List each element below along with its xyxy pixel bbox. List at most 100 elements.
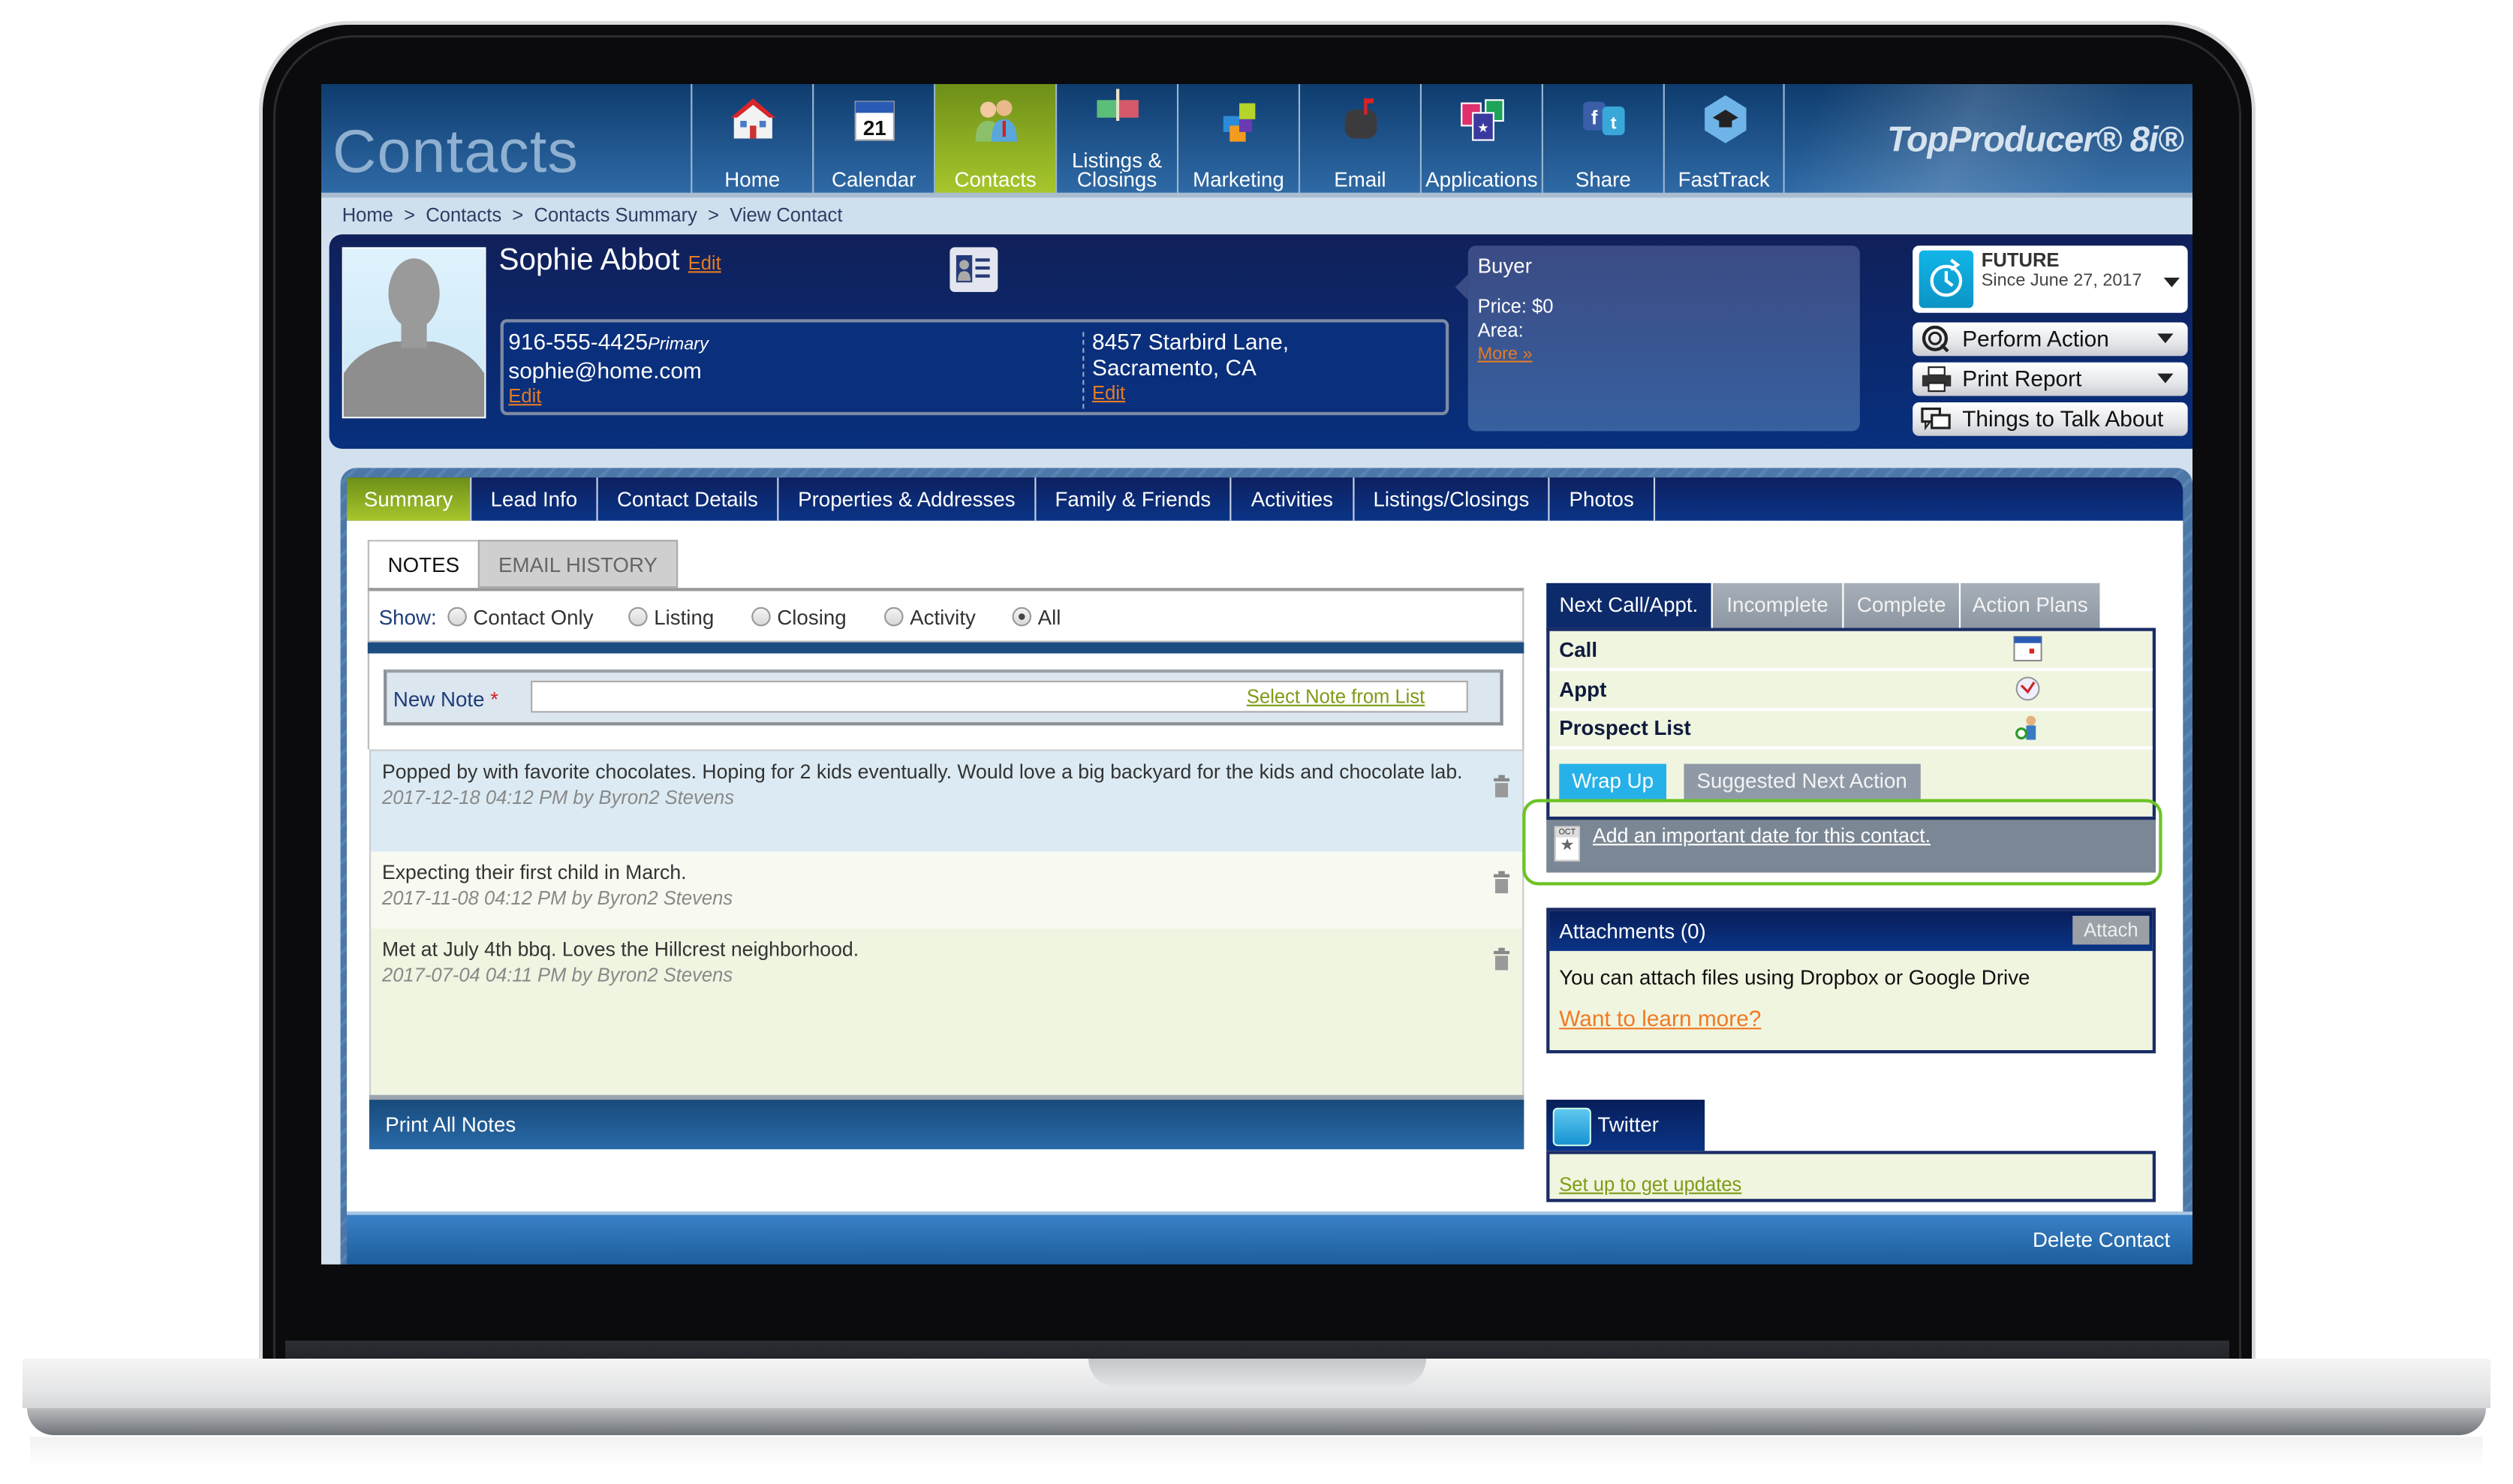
nav-applications[interactable]: ★ Applications xyxy=(1419,84,1542,193)
svg-text:21: 21 xyxy=(863,116,886,140)
radio-button[interactable] xyxy=(884,607,904,627)
tab-action-plans[interactable]: Action Plans xyxy=(1958,582,2100,628)
radio-button[interactable] xyxy=(751,607,771,627)
things-to-talk-about-label: Things to Talk About xyxy=(1962,405,2164,432)
row-label: Call xyxy=(1559,637,1598,662)
delete-contact-button[interactable]: Delete Contact xyxy=(2033,1228,2170,1252)
new-note-label-text: New Note xyxy=(393,687,485,712)
select-note-from-list-link[interactable]: Select Note from List xyxy=(1247,685,1425,708)
buyer-more-link[interactable]: More » xyxy=(1478,345,1533,364)
filter-listing-radio[interactable]: Listing xyxy=(628,606,714,630)
chat-bubbles-icon xyxy=(1921,407,1951,431)
status-dropdown[interactable]: FUTURE Since June 27, 2017 xyxy=(1913,245,2188,313)
nav-share[interactable]: ft Share xyxy=(1541,84,1663,193)
phone-number[interactable]: 916-555-4425 xyxy=(508,329,648,354)
svg-text:t: t xyxy=(1611,113,1617,133)
suggested-next-action-button[interactable]: Suggested Next Action xyxy=(1684,763,1920,799)
filter-label: Activity xyxy=(910,605,976,630)
nav-listings-closings[interactable]: Listings & Closings xyxy=(1055,84,1177,193)
breadcrumb-text[interactable]: Home > Contacts > Contacts Summary > Vie… xyxy=(342,204,843,227)
next-call-row[interactable]: Call xyxy=(1549,631,2153,672)
calendar-icon[interactable] xyxy=(2013,636,2042,662)
add-person-icon[interactable] xyxy=(2013,715,2042,740)
tab-incomplete[interactable]: Incomplete xyxy=(1711,582,1843,628)
edit-address-link[interactable]: Edit xyxy=(1092,380,1289,405)
phone-type: Primary xyxy=(648,335,709,355)
print-all-notes-button[interactable]: Print All Notes xyxy=(369,1094,1524,1150)
filter-activity-radio[interactable]: Activity xyxy=(884,606,976,630)
nav-home[interactable]: Home xyxy=(691,84,812,193)
filter-contact-only-radio[interactable]: Contact Only xyxy=(447,606,594,630)
laptop-reflection xyxy=(30,1437,2483,1467)
twitter-header: Twitter xyxy=(1546,1100,1705,1151)
address-line1: 8457 Starbird Lane, xyxy=(1092,329,1290,355)
nav-marketing[interactable]: Marketing xyxy=(1176,84,1299,193)
filter-closing-radio[interactable]: Closing xyxy=(751,606,847,630)
trash-icon[interactable] xyxy=(1493,775,1510,798)
attach-button[interactable]: Attach xyxy=(2072,916,2150,945)
tab-properties-addresses[interactable]: Properties & Addresses xyxy=(778,477,1037,521)
status-label: FUTURE xyxy=(1981,248,2060,272)
new-note-input[interactable]: Select Note from List xyxy=(531,680,1468,713)
status-since: Since June 27, 2017 xyxy=(1981,271,2142,290)
nav-label: Contacts xyxy=(954,167,1037,191)
trash-icon[interactable] xyxy=(1493,947,1510,971)
tab-notes[interactable]: NOTES xyxy=(367,540,480,588)
vcard-icon[interactable] xyxy=(950,247,998,293)
graduation-cap-icon xyxy=(1705,95,1747,143)
tab-activities[interactable]: Activities xyxy=(1231,477,1355,521)
tab-contact-details[interactable]: Contact Details xyxy=(598,477,779,521)
nav-email[interactable]: Email xyxy=(1298,84,1420,193)
brand-logo: TopProducer® 8i® xyxy=(1887,119,2183,160)
chevron-down-icon xyxy=(2163,277,2180,287)
attachments-title: Attachments (0) xyxy=(1559,919,1706,944)
perform-action-button[interactable]: Perform Action xyxy=(1913,322,2188,357)
tab-summary[interactable]: Summary xyxy=(347,477,472,521)
tab-family-friends[interactable]: Family & Friends xyxy=(1036,477,1232,521)
app-window: Contacts Home 21 Calendar Contacts Listi… xyxy=(321,84,2192,1265)
phone-email-column: 916-555-4425Primary sophie@home.com Edit xyxy=(508,329,709,409)
person-silhouette-icon xyxy=(343,258,485,417)
address-line2: Sacramento, CA xyxy=(1092,354,1256,381)
trash-icon[interactable] xyxy=(1493,871,1510,894)
tab-lead-info[interactable]: Lead Info xyxy=(471,477,598,521)
learn-more-link[interactable]: Want to learn more? xyxy=(1559,1005,1761,1031)
apps-icon: ★ xyxy=(1461,99,1504,141)
tab-listings-closings[interactable]: Listings/Closings xyxy=(1354,477,1550,521)
radio-button[interactable] xyxy=(628,607,648,627)
nav-fasttrack[interactable]: FastTrack xyxy=(1663,84,1785,193)
email-address[interactable]: sophie@home.com xyxy=(508,357,709,383)
filter-label: All xyxy=(1037,605,1061,630)
edit-name-link[interactable]: Edit xyxy=(688,252,721,275)
twitter-setup-link[interactable]: Set up to get updates xyxy=(1559,1173,1741,1196)
edit-phone-email-link[interactable]: Edit xyxy=(508,383,709,408)
footer-bar: Delete Contact xyxy=(347,1212,2192,1265)
nav-calendar[interactable]: 21 Calendar xyxy=(812,84,934,193)
filter-all-radio[interactable]: All xyxy=(1012,605,1061,630)
nav-label: Share xyxy=(1575,167,1631,191)
next-prospect-list-row[interactable]: Prospect List xyxy=(1549,709,2153,750)
print-report-button[interactable]: Print Report xyxy=(1913,362,2188,396)
wrap-up-button[interactable]: Wrap Up xyxy=(1559,763,1667,799)
clock-icon[interactable] xyxy=(2013,676,2042,701)
radio-button-selected[interactable] xyxy=(1012,607,1032,627)
sold-sign-icon xyxy=(1097,89,1139,122)
nav-contacts[interactable]: Contacts xyxy=(934,84,1056,193)
add-important-date-link[interactable]: Add an important date for this contact. xyxy=(1593,825,1931,847)
new-note-section: New Note * Select Note from List xyxy=(367,653,1524,750)
things-to-talk-about-button[interactable]: Things to Talk About xyxy=(1913,402,2188,436)
next-appt-row[interactable]: Appt xyxy=(1549,671,2153,712)
laptop-base-edge xyxy=(27,1408,2486,1435)
tab-next-call-appt[interactable]: Next Call/Appt. xyxy=(1546,582,1711,628)
contact-tabs: Summary Lead Info Contact Details Proper… xyxy=(347,477,2183,521)
filter-label: Listing xyxy=(654,605,715,630)
tab-email-history[interactable]: EMAIL HISTORY xyxy=(477,540,679,588)
star-icon: ★ xyxy=(1560,837,1575,856)
row-label: Prospect List xyxy=(1559,715,1691,740)
avatar[interactable] xyxy=(342,247,486,419)
tab-complete[interactable]: Complete xyxy=(1842,582,1959,628)
chevron-down-icon xyxy=(2157,373,2174,384)
nav-label: Calendar xyxy=(831,167,916,191)
radio-button[interactable] xyxy=(447,607,467,627)
tab-photos[interactable]: Photos xyxy=(1549,477,1656,521)
